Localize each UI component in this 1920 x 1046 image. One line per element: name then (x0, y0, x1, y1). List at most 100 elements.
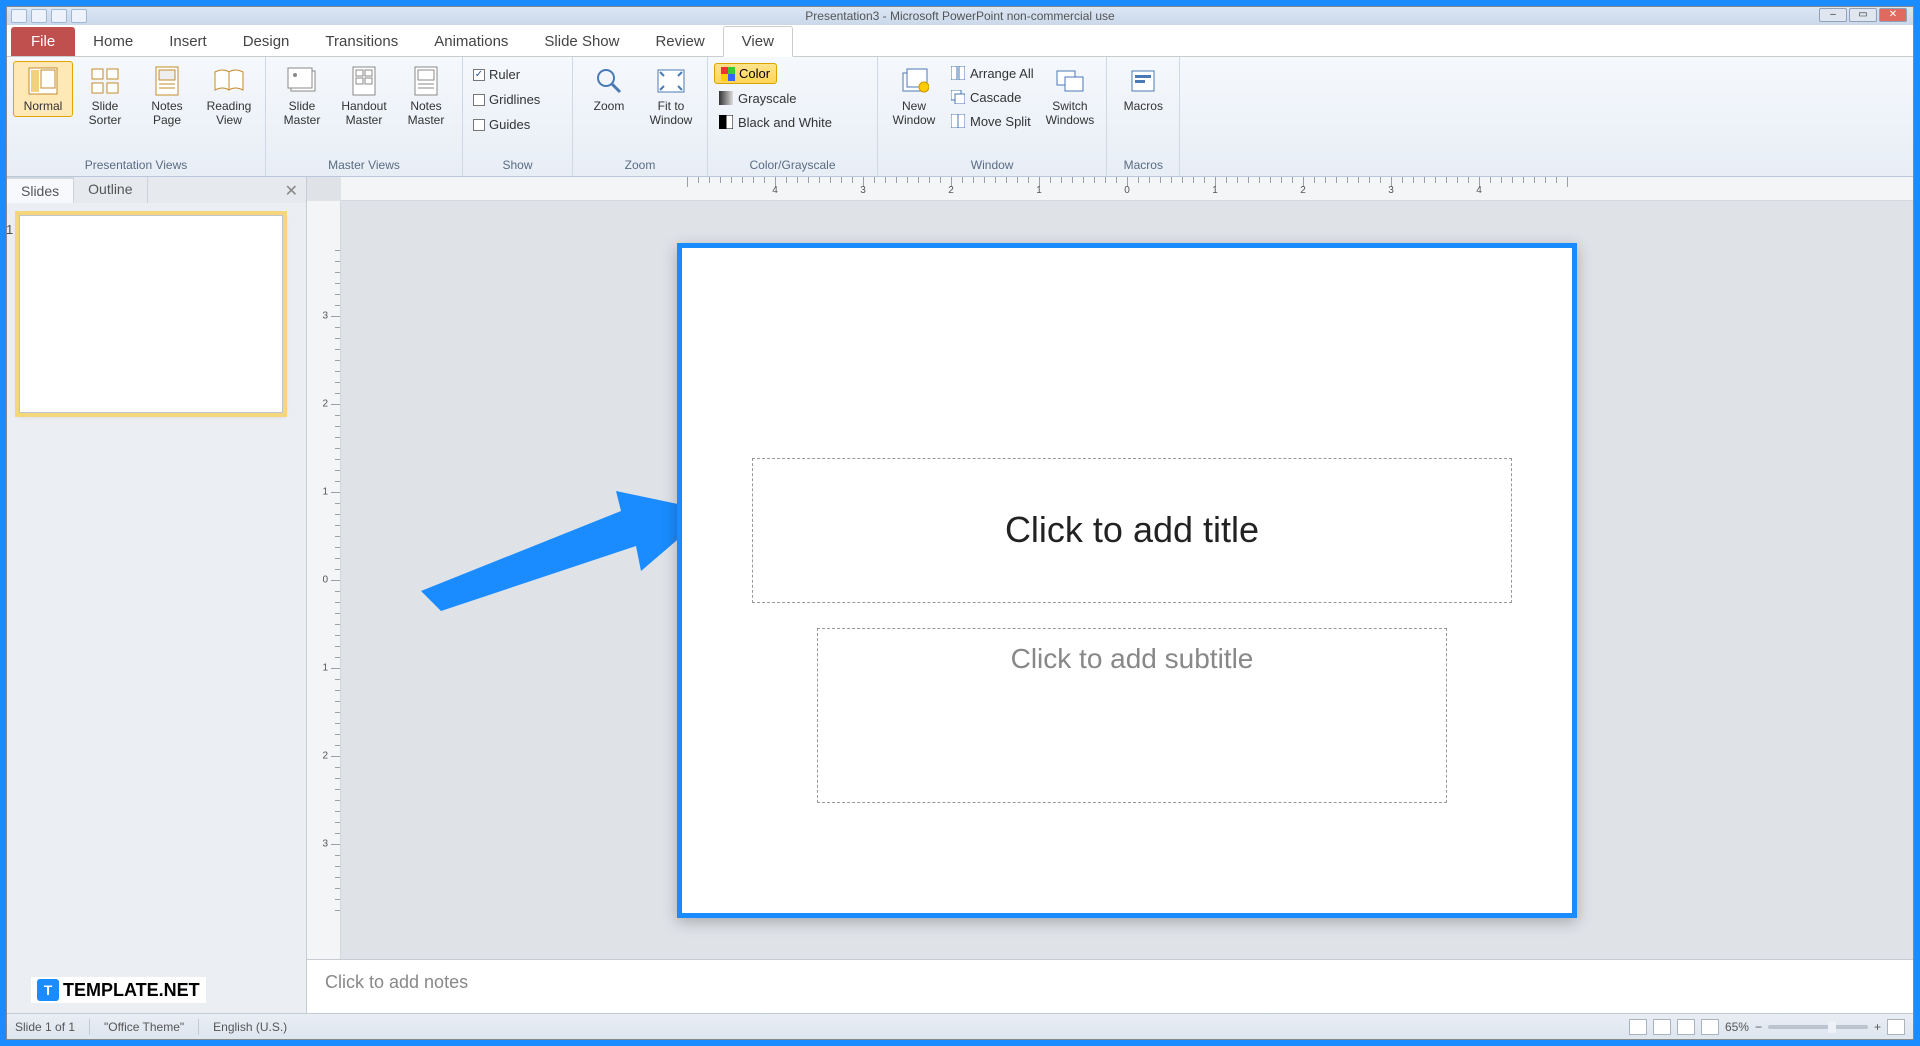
horizontal-ruler: 432101234 (341, 177, 1913, 201)
tab-animations[interactable]: Animations (416, 27, 526, 56)
normal-view-button[interactable]: Normal (13, 61, 73, 117)
checkbox-icon (473, 94, 485, 106)
notes-page-button[interactable]: Notes Page (137, 61, 197, 131)
tab-insert[interactable]: Insert (151, 27, 225, 56)
group-title-zoom: Zoom (579, 156, 701, 174)
close-button[interactable]: ✕ (1879, 8, 1907, 22)
status-slide-position: Slide 1 of 1 (15, 1020, 75, 1034)
tab-home[interactable]: Home (75, 27, 151, 56)
move-split-button[interactable]: Move Split (946, 111, 1038, 131)
tab-file[interactable]: File (11, 27, 75, 56)
slide[interactable]: Click to add title Click to add subtitle (677, 243, 1577, 918)
handout-master-icon (348, 65, 380, 97)
close-pane-icon[interactable]: ✕ (277, 177, 306, 203)
new-window-icon (898, 65, 930, 97)
macros-icon (1127, 65, 1159, 97)
slide-sorter-button[interactable]: Slide Sorter (75, 61, 135, 131)
ruler-checkbox[interactable]: Ruler (469, 65, 524, 84)
notes-page-icon (151, 65, 183, 97)
grayscale-button[interactable]: Grayscale (714, 88, 801, 108)
grayscale-icon (718, 90, 734, 106)
title-bar: Presentation3 - Microsoft PowerPoint non… (7, 7, 1913, 25)
slides-tab[interactable]: Slides (7, 177, 74, 203)
ribbon-tabs: File Home Insert Design Transitions Anim… (7, 25, 1913, 57)
group-macros: Macros Macros (1107, 57, 1180, 176)
color-button[interactable]: Color (714, 63, 777, 84)
notes-master-icon (410, 65, 442, 97)
move-split-icon (950, 113, 966, 129)
fit-window-icon (655, 65, 687, 97)
cascade-button[interactable]: Cascade (946, 87, 1038, 107)
subtitle-placeholder[interactable]: Click to add subtitle (817, 628, 1447, 803)
save-icon[interactable] (31, 9, 47, 23)
gridlines-checkbox[interactable]: Gridlines (469, 90, 544, 109)
tab-review[interactable]: Review (637, 27, 722, 56)
cascade-icon (950, 89, 966, 105)
separator (198, 1019, 199, 1035)
powerpoint-icon (11, 9, 27, 23)
reading-view-status-button[interactable] (1677, 1019, 1695, 1035)
maximize-button[interactable]: ▭ (1849, 8, 1877, 22)
quick-access-toolbar (11, 9, 87, 23)
outline-tab[interactable]: Outline (74, 177, 147, 203)
normal-view-status-button[interactable] (1629, 1019, 1647, 1035)
window-title: Presentation3 - Microsoft PowerPoint non… (805, 9, 1114, 23)
slide-master-button[interactable]: Slide Master (272, 61, 332, 131)
zoom-in-button[interactable]: + (1874, 1020, 1881, 1034)
group-title-master-views: Master Views (272, 156, 456, 174)
macros-button[interactable]: Macros (1113, 61, 1173, 117)
edit-area: 432101234 3210123 Click to add title Cli… (307, 177, 1913, 1013)
handout-master-button[interactable]: Handout Master (334, 61, 394, 131)
tab-design[interactable]: Design (225, 27, 308, 56)
switch-windows-icon (1054, 65, 1086, 97)
undo-icon[interactable] (51, 9, 67, 23)
zoom-level[interactable]: 65% (1725, 1020, 1749, 1034)
group-show: Ruler Gridlines Guides Show (463, 57, 573, 176)
group-title-show: Show (469, 156, 566, 174)
switch-windows-button[interactable]: Switch Windows (1040, 61, 1101, 131)
status-language[interactable]: English (U.S.) (213, 1020, 287, 1034)
canvas[interactable]: Click to add title Click to add subtitle (341, 201, 1913, 959)
slideshow-status-button[interactable] (1701, 1019, 1719, 1035)
normal-view-icon (27, 65, 59, 97)
group-zoom: Zoom Fit to Window Zoom (573, 57, 708, 176)
tab-slide-show[interactable]: Slide Show (526, 27, 637, 56)
annotation-arrow-icon (421, 481, 711, 611)
workspace: Slides Outline ✕ 1 432101234 3210123 (7, 177, 1913, 1013)
group-title-presentation-views: Presentation Views (13, 156, 259, 174)
minimize-button[interactable]: – (1819, 8, 1847, 22)
black-white-button[interactable]: Black and White (714, 112, 836, 132)
watermark: T TEMPLATE.NET (31, 977, 206, 1003)
slide-thumbnail-1[interactable]: 1 (19, 215, 283, 413)
zoom-out-button[interactable]: − (1755, 1020, 1762, 1034)
group-title-color: Color/Grayscale (714, 156, 871, 174)
separator (89, 1019, 90, 1035)
group-window: New Window Arrange All Cascade Move Spli… (878, 57, 1107, 176)
group-title-window: Window (884, 156, 1100, 174)
zoom-icon (593, 65, 625, 97)
notes-pane[interactable]: Click to add notes (307, 959, 1913, 1013)
notes-master-button[interactable]: Notes Master (396, 61, 456, 131)
group-presentation-views: Normal Slide Sorter Notes Page Reading V… (7, 57, 266, 176)
zoom-slider[interactable] (1768, 1025, 1868, 1029)
guides-checkbox[interactable]: Guides (469, 115, 534, 134)
zoom-button[interactable]: Zoom (579, 61, 639, 117)
slide-master-icon (286, 65, 318, 97)
fit-to-window-button[interactable]: Fit to Window (641, 61, 701, 131)
checkbox-icon (473, 119, 485, 131)
arrange-all-button[interactable]: Arrange All (946, 63, 1038, 83)
tab-view[interactable]: View (723, 26, 793, 57)
title-placeholder[interactable]: Click to add title (752, 458, 1512, 603)
sorter-view-status-button[interactable] (1653, 1019, 1671, 1035)
redo-icon[interactable] (71, 9, 87, 23)
slide-panel: Slides Outline ✕ 1 (7, 177, 307, 1013)
tab-transitions[interactable]: Transitions (307, 27, 416, 56)
fit-to-window-status-button[interactable] (1887, 1019, 1905, 1035)
arrange-all-icon (950, 65, 966, 81)
slide-number: 1 (7, 222, 13, 237)
reading-view-button[interactable]: Reading View (199, 61, 259, 131)
reading-view-icon (213, 65, 245, 97)
group-title-macros: Macros (1113, 156, 1173, 174)
group-color-grayscale: Color Grayscale Black and White Color/Gr… (708, 57, 878, 176)
new-window-button[interactable]: New Window (884, 61, 944, 131)
